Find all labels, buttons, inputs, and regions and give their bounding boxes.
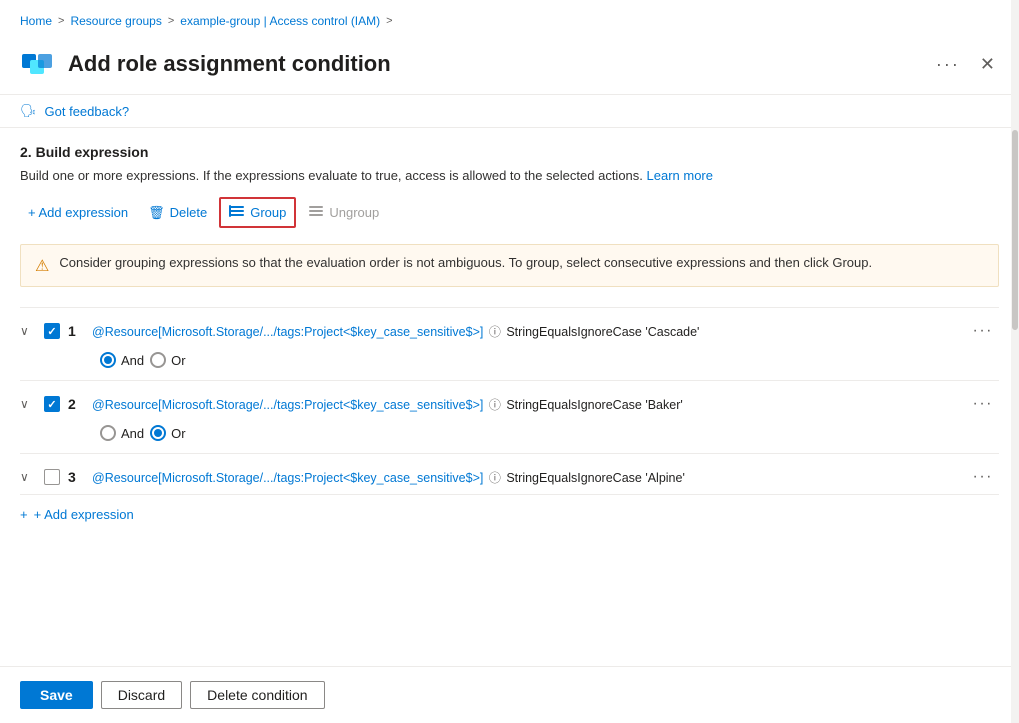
ungroup-button[interactable]: Ungroup	[300, 199, 387, 226]
add-expression-link[interactable]: + + Add expression	[20, 495, 999, 530]
page-title: Add role assignment condition	[68, 51, 936, 77]
expr-chevron-1[interactable]: ∨	[20, 324, 36, 338]
section-desc-text: Build one or more expressions. If the ex…	[20, 168, 643, 183]
warning-icon: ⚠	[35, 256, 49, 276]
expr-chevron-2[interactable]: ∨	[20, 397, 36, 411]
expr-text-2: @Resource[Microsoft.Storage/.../tags:Pro…	[92, 396, 959, 413]
expr-operator-2[interactable]: StringEqualsIgnoreCase	[506, 398, 642, 412]
expr-attr-3[interactable]: @Resource[Microsoft.Storage/.../tags:Pro…	[92, 471, 483, 485]
expr-main-1: ∨ 1 @Resource[Microsoft.Storage/.../tags…	[20, 318, 999, 344]
warning-text: Consider grouping expressions so that th…	[59, 255, 872, 270]
expr-attr-2[interactable]: @Resource[Microsoft.Storage/.../tags:Pro…	[92, 398, 483, 412]
expr-info-icon-3: ⓘ	[489, 471, 501, 485]
scrollbar-track	[1011, 0, 1019, 723]
radio-and-1[interactable]: And	[100, 352, 144, 368]
expression-list: ∨ 1 @Resource[Microsoft.Storage/.../tags…	[20, 307, 999, 495]
section-desc: Build one or more expressions. If the ex…	[20, 168, 999, 183]
expr-operator-1[interactable]: StringEqualsIgnoreCase	[506, 325, 642, 339]
breadcrumb-resource-groups[interactable]: Resource groups	[70, 14, 161, 28]
expr-main-3: ∨ 3 @Resource[Microsoft.Storage/.../tags…	[20, 464, 999, 490]
expression-row-3: ∨ 3 @Resource[Microsoft.Storage/.../tags…	[20, 453, 999, 495]
expr-checkbox-3[interactable]	[44, 469, 60, 485]
expression-row-1: ∨ 1 @Resource[Microsoft.Storage/.../tags…	[20, 307, 999, 380]
expr-num-2: 2	[68, 396, 84, 412]
main-panel: Home > Resource groups > example-group |…	[0, 0, 1019, 723]
group-icon-svg	[229, 203, 245, 219]
expr-more-2[interactable]: ···	[967, 395, 999, 413]
expr-more-1[interactable]: ···	[967, 322, 999, 340]
breadcrumb: Home > Resource groups > example-group |…	[0, 0, 1019, 38]
expr-value-2: 'Baker'	[645, 398, 682, 412]
radio-group-1: And Or	[100, 352, 186, 368]
header: Add role assignment condition ··· ✕	[0, 38, 1019, 95]
delete-condition-button[interactable]: Delete condition	[190, 681, 324, 709]
radio-and-label-2: And	[121, 426, 144, 441]
expr-value-1: 'Cascade'	[645, 325, 699, 339]
radio-or-label-1: Or	[171, 353, 185, 368]
expression-row-2: ∨ 2 @Resource[Microsoft.Storage/.../tags…	[20, 380, 999, 453]
expr-num-3: 3	[68, 469, 84, 485]
radio-circle-and-1	[100, 352, 116, 368]
section-number: 2.	[20, 144, 32, 160]
breadcrumb-sep-2: >	[168, 15, 174, 27]
breadcrumb-sep-1: >	[58, 15, 64, 27]
scrollbar-thumb[interactable]	[1012, 130, 1018, 330]
delete-icon: 🗑	[148, 205, 165, 221]
radio-or-label-2: Or	[171, 426, 185, 441]
logic-row-1: And Or	[20, 344, 999, 376]
close-button[interactable]: ✕	[976, 51, 999, 77]
feedback-icon: 🗣	[20, 103, 37, 119]
add-expression-icon: +	[20, 507, 28, 522]
radio-or-2[interactable]: Or	[150, 425, 185, 441]
feedback-label: Got feedback?	[45, 104, 130, 119]
group-button[interactable]: Group	[219, 197, 296, 228]
radio-circle-or-2	[150, 425, 166, 441]
feedback-bar[interactable]: 🗣 Got feedback?	[0, 95, 1019, 128]
section-name: Build expression	[36, 144, 149, 160]
radio-circle-or-1	[150, 352, 166, 368]
expr-value-3: 'Alpine'	[645, 471, 685, 485]
expr-attr-1[interactable]: @Resource[Microsoft.Storage/.../tags:Pro…	[92, 325, 483, 339]
ungroup-icon-svg	[308, 203, 324, 219]
expr-text-1: @Resource[Microsoft.Storage/.../tags:Pro…	[92, 323, 959, 340]
save-button[interactable]: Save	[20, 681, 93, 709]
breadcrumb-home[interactable]: Home	[20, 14, 52, 28]
learn-more-link[interactable]: Learn more	[647, 168, 713, 183]
expr-num-1: 1	[68, 323, 84, 339]
add-expression-button[interactable]: + Add expression	[20, 201, 136, 224]
azure-icon	[20, 46, 56, 82]
content-area: 2. Build expression Build one or more ex…	[0, 128, 1019, 666]
expr-info-icon-1: ⓘ	[489, 325, 501, 339]
ungroup-icon	[308, 203, 324, 222]
warning-box: ⚠ Consider grouping expressions so that …	[20, 244, 999, 287]
footer: Save Discard Delete condition	[0, 666, 1019, 723]
breadcrumb-sep-3: >	[386, 15, 392, 27]
expr-text-3: @Resource[Microsoft.Storage/.../tags:Pro…	[92, 469, 959, 486]
radio-and-label-1: And	[121, 353, 144, 368]
toolbar: + Add expression 🗑 Delete Group	[20, 197, 999, 228]
expr-info-icon-2: ⓘ	[489, 398, 501, 412]
radio-and-2[interactable]: And	[100, 425, 144, 441]
delete-label: Delete	[170, 205, 208, 220]
breadcrumb-example-group[interactable]: example-group | Access control (IAM)	[180, 14, 380, 28]
radio-group-2: And Or	[100, 425, 186, 441]
add-expression-label: + Add expression	[34, 507, 134, 522]
expr-operator-3[interactable]: StringEqualsIgnoreCase	[506, 471, 642, 485]
expr-checkbox-2[interactable]	[44, 396, 60, 412]
radio-circle-and-2	[100, 425, 116, 441]
expr-main-2: ∨ 2 @Resource[Microsoft.Storage/.../tags…	[20, 391, 999, 417]
group-label: Group	[250, 205, 286, 220]
delete-button[interactable]: 🗑 Delete	[140, 201, 215, 225]
radio-or-1[interactable]: Or	[150, 352, 185, 368]
group-icon	[229, 203, 245, 222]
expr-more-3[interactable]: ···	[967, 468, 999, 486]
more-options-button[interactable]: ···	[936, 54, 960, 75]
section-title: 2. Build expression	[20, 144, 999, 160]
expr-checkbox-1[interactable]	[44, 323, 60, 339]
logic-row-2: And Or	[20, 417, 999, 449]
discard-button[interactable]: Discard	[101, 681, 182, 709]
expr-chevron-3[interactable]: ∨	[20, 470, 36, 484]
ungroup-label: Ungroup	[329, 205, 379, 220]
